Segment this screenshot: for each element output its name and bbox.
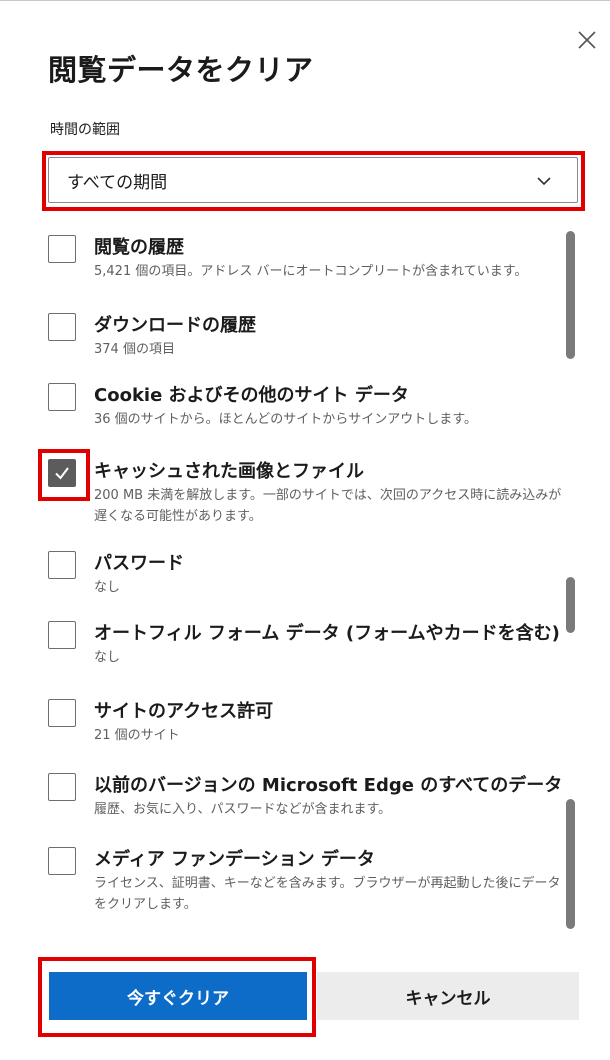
item-description: 374 個の項目 [94,342,175,357]
item-title: サイトのアクセス許可 [94,701,274,722]
item-title: 閲覧の履歴 [94,237,184,258]
dialog-title: 閲覧データをクリア [48,53,314,87]
checkbox-site-permissions[interactable] [48,699,76,727]
item-title: ダウンロードの履歴 [94,315,256,336]
item-description: 5,421 個の項目。アドレス バーにオートコンプリートが含まれています。 [94,264,528,279]
checkbox-autofill[interactable] [48,621,76,649]
item-description: なし [94,580,121,595]
item-description: ライセンス、証明書、キーなどを含みます。ブラウザーが再起動した後にデータをクリア… [94,876,561,912]
checkbox-previous-edge-data[interactable] [48,773,76,801]
item-title: キャッシュされた画像とファイル [94,461,364,482]
scrollbar-thumb[interactable] [566,231,575,359]
time-range-label: 時間の範囲 [50,122,120,138]
cancel-button[interactable]: キャンセル [317,972,579,1020]
item-title: Cookie およびその他のサイト データ [94,385,409,406]
checkbox-browsing-history[interactable] [48,235,76,263]
time-range-value: すべての期間 [67,172,168,193]
item-title: パスワード [94,553,184,574]
clear-now-button[interactable]: 今すぐクリア [49,972,307,1020]
chevron-down-icon [537,177,551,186]
item-title: 以前のバージョンの Microsoft Edge のすべてのデータ [94,775,563,796]
checkbox-cookies[interactable] [48,383,76,411]
checkmark-icon [55,467,69,480]
clear-browsing-data-dialog: 閲覧データをクリア 時間の範囲 すべての期間 閲覧の履歴 5,421 個の項目。… [0,0,610,1060]
time-range-select[interactable]: すべての期間 [48,157,578,203]
item-title: オートフィル フォーム データ (フォームやカードを含む) [94,623,560,644]
item-description: 36 個のサイトから。ほとんどのサイトからサインアウトします。 [94,412,477,427]
data-type-list: 閲覧の履歴 5,421 個の項目。アドレス バーにオートコンプリートが含まれてい… [0,223,563,933]
checkbox-download-history[interactable] [48,313,76,341]
item-title: メディア ファンデーション データ [94,849,375,870]
checkbox-cached-images[interactable] [48,459,76,487]
scrollbar-thumb[interactable] [566,799,575,929]
item-description: なし [94,650,121,665]
item-description: 200 MB 未満を解放します。一部のサイトでは、次回のアクセス時に読み込みが遅… [94,488,562,524]
item-description: 21 個のサイト [94,728,180,743]
checkbox-passwords[interactable] [48,551,76,579]
close-icon [578,31,596,49]
close-button[interactable] [572,25,602,55]
item-description: 履歴、お気に入り、パスワードなどが含まれます。 [94,802,392,817]
scrollbar-thumb[interactable] [566,577,575,633]
checkbox-media-foundation[interactable] [48,847,76,875]
